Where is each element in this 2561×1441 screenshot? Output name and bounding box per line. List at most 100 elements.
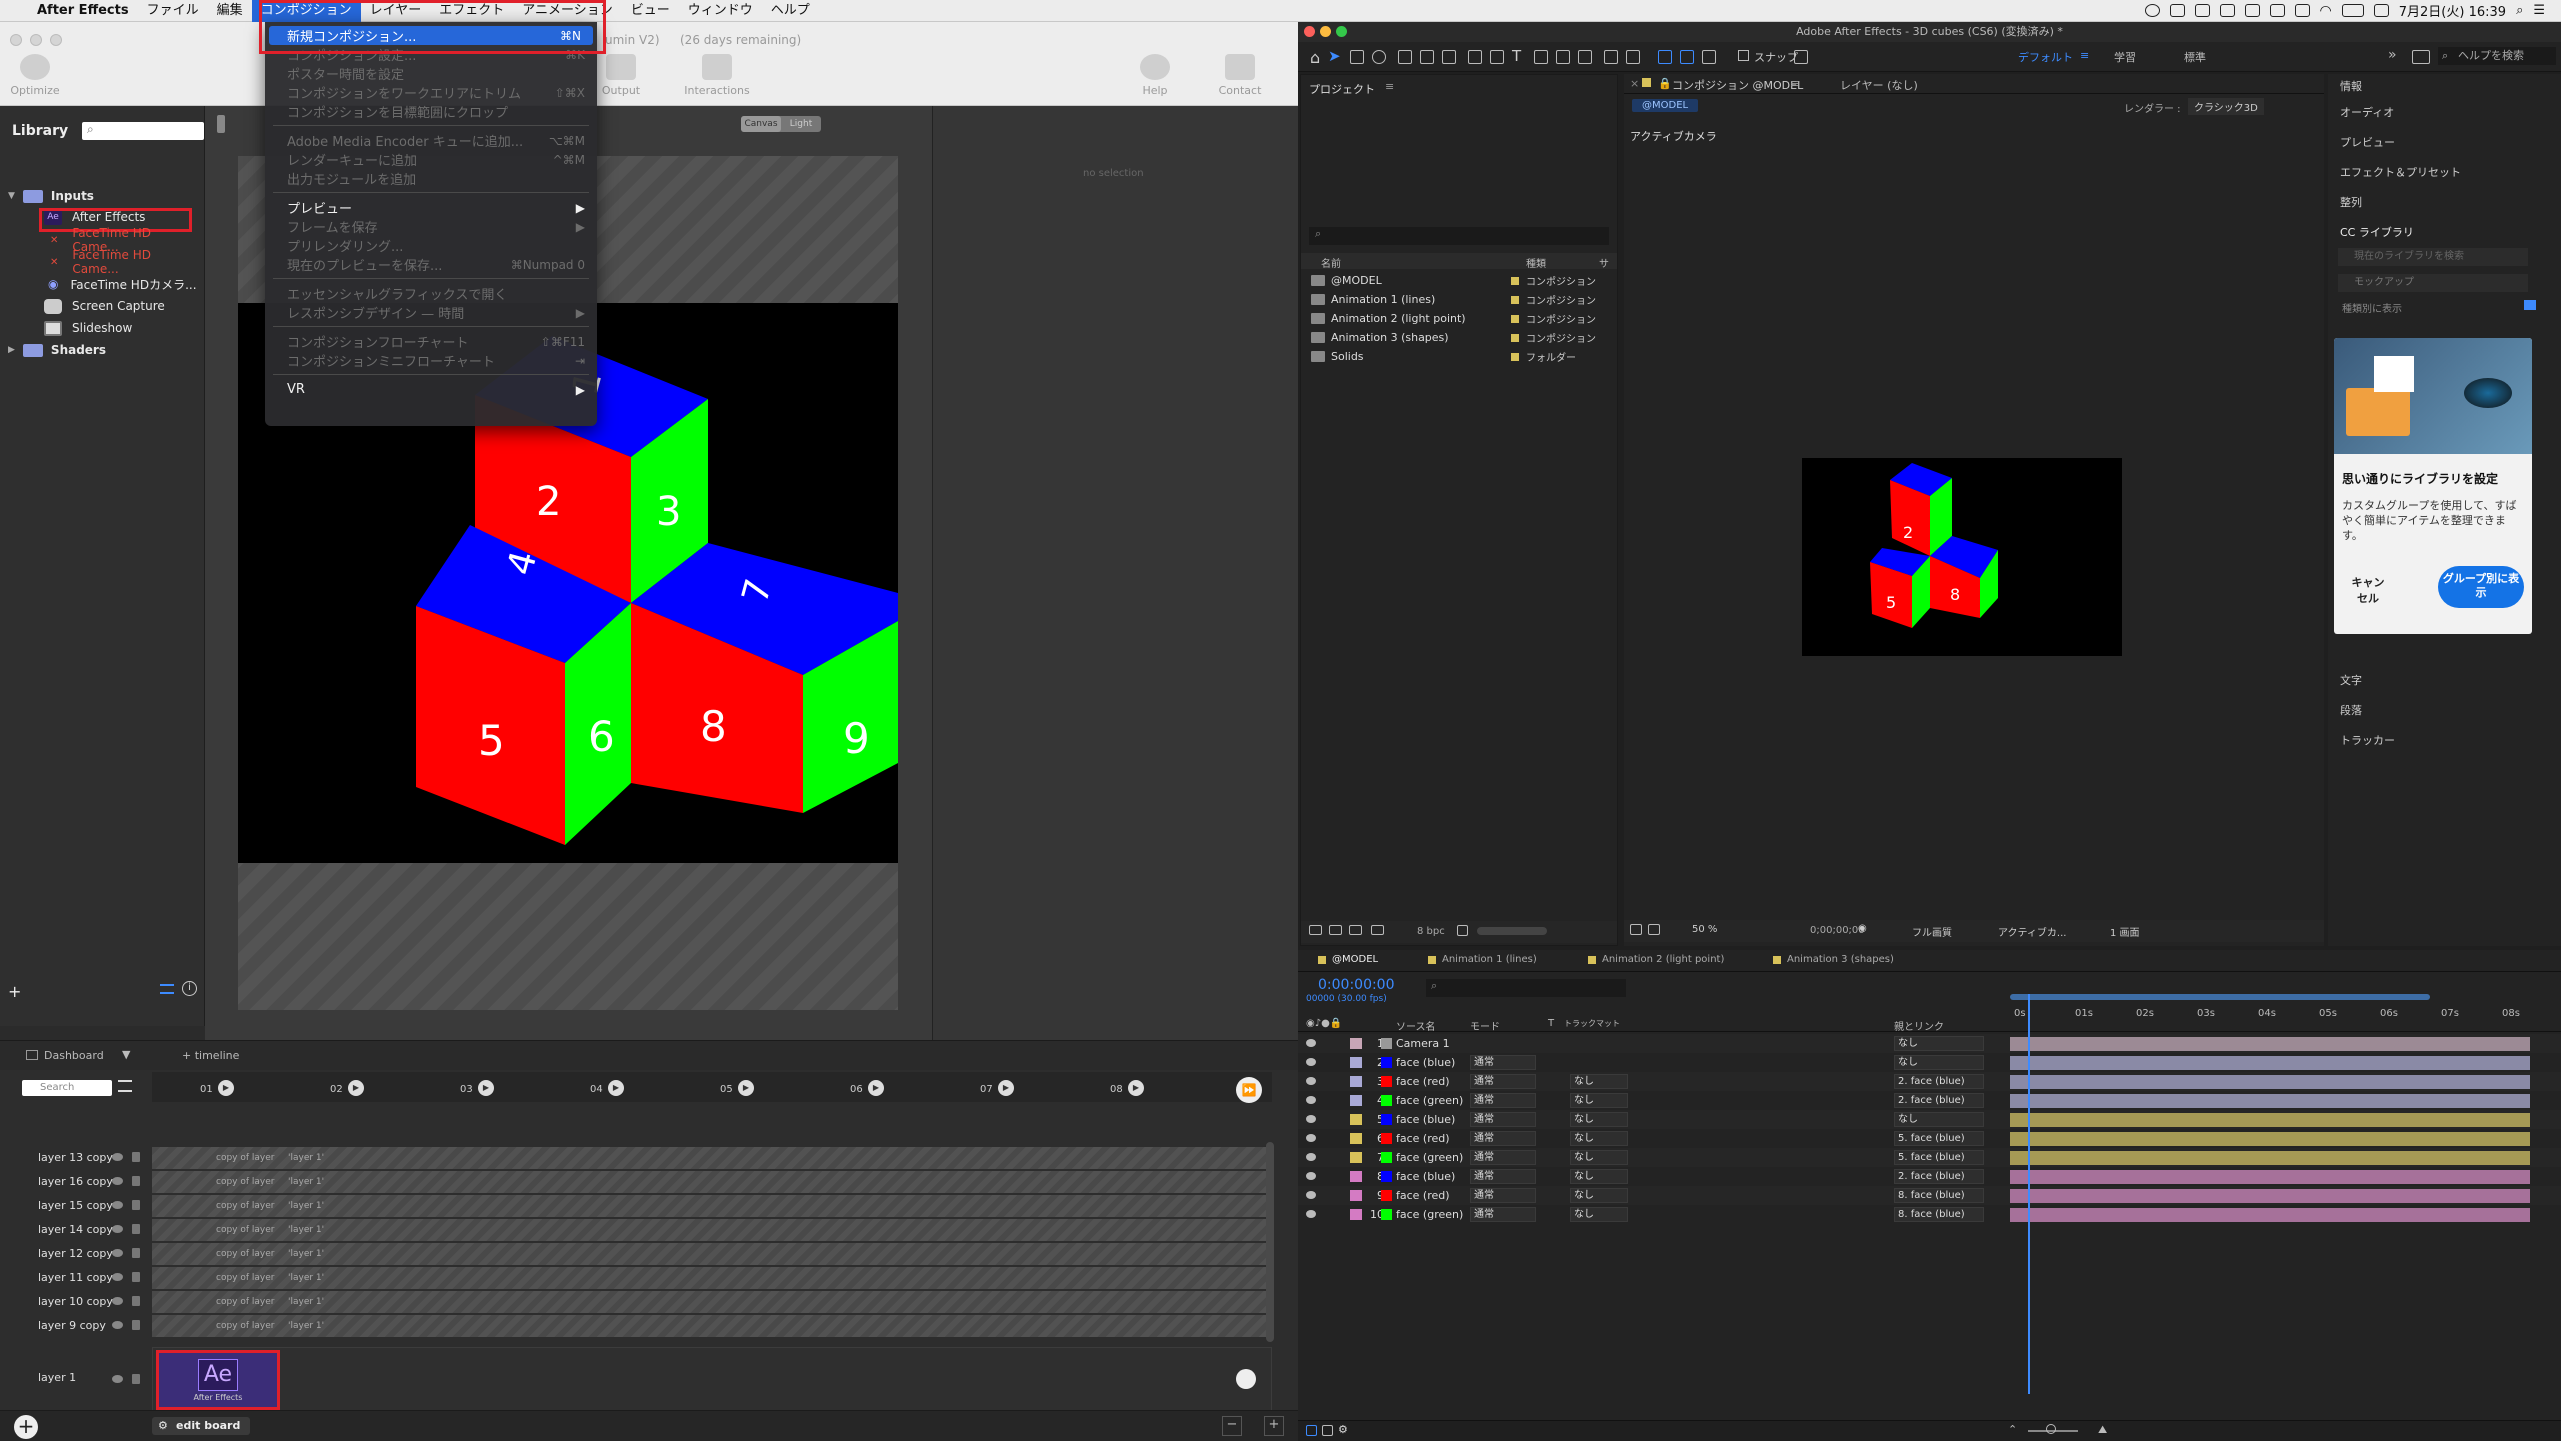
play-icon[interactable]: ▶ [998, 1080, 1014, 1096]
menu-item[interactable]: エッセンシャルグラフィックスで開く [265, 284, 597, 303]
timeline-layer-row[interactable]: 7face (green)通常なし5. face (blue) [1298, 1148, 2561, 1167]
track-matte-select[interactable]: なし [1570, 1188, 1628, 1203]
parent-select[interactable]: なし [1894, 1036, 1984, 1051]
timeline-layer-row[interactable]: 9face (red)通常なし8. face (blue) [1298, 1186, 2561, 1205]
canvas-light-toggle[interactable]: Canvas Light [741, 116, 821, 132]
interpret-footage-icon[interactable] [1309, 925, 1322, 935]
home-icon[interactable]: ⌂ [1310, 48, 1320, 67]
status-icon-2[interactable] [2194, 4, 2210, 17]
menubar-clock[interactable]: 7月2日(火) 16:39 [2399, 1, 2506, 20]
timeline-tab[interactable]: Animation 3 (shapes) [1773, 954, 1894, 965]
col-mode[interactable]: モード [1470, 1018, 1500, 1033]
rotate-tool-icon[interactable] [1398, 50, 1412, 64]
eye-icon[interactable] [1306, 1172, 1316, 1180]
view-select[interactable]: アクティブカ... [1998, 924, 2066, 939]
layer-duration-bar[interactable] [2010, 1208, 2530, 1222]
lock-icon[interactable] [132, 1272, 140, 1282]
viewer-timecode[interactable]: 0;00;00;00 [1810, 925, 1865, 936]
layer-track[interactable]: copy of layer 'layer 1' [152, 1315, 1272, 1337]
grid-view-icon[interactable] [2524, 300, 2536, 310]
quality-select[interactable]: フル画質 [1912, 924, 1952, 939]
panel-cc-libraries[interactable]: CC ライブラリ [2340, 224, 2414, 240]
eye-icon[interactable] [1306, 1134, 1316, 1142]
close-icon[interactable]: × [1630, 77, 1639, 90]
interactions-button[interactable]: Interactions [682, 54, 752, 97]
parent-select[interactable]: 2. face (blue) [1894, 1074, 1984, 1089]
window-minimize-button[interactable] [1320, 26, 1331, 37]
rectangle-tool-icon[interactable] [1468, 50, 1482, 64]
marker-label[interactable]: 06 [850, 1084, 863, 1095]
layer-duration-bar[interactable] [2010, 1113, 2530, 1127]
zoom-select[interactable]: 50 % [1692, 924, 1717, 935]
layer-duration-bar[interactable] [2010, 1170, 2530, 1184]
library-item-inputs[interactable]: ▼ Inputs [0, 186, 200, 206]
mode-select[interactable]: 通常 [1470, 1207, 1536, 1222]
zoom-tool-icon[interactable] [1372, 50, 1386, 64]
spotlight-icon[interactable]: ⌕ [2516, 3, 2523, 18]
play-icon[interactable]: ▶ [478, 1080, 494, 1096]
layer-track[interactable]: copy of layer 'layer 1' [152, 1171, 1272, 1193]
panel-preview[interactable]: プレビュー [2340, 134, 2395, 150]
more-workspaces-icon[interactable]: » [2388, 47, 2397, 63]
menu-item[interactable]: ポスター時間を設定 [265, 64, 597, 83]
label-color[interactable] [1350, 1133, 1362, 1144]
dashboard-dropdown-icon[interactable]: ▼ [122, 1048, 130, 1061]
track-matte-select[interactable]: なし [1570, 1131, 1628, 1146]
menu-item[interactable]: コンポジションをワークエリアにトリム ⇧⌘X [265, 83, 597, 103]
col-size[interactable]: サ [1599, 255, 1609, 270]
roto-brush-tool-icon[interactable] [1604, 50, 1618, 64]
mode-select[interactable]: 通常 [1470, 1112, 1536, 1127]
play-icon[interactable]: ▶ [608, 1080, 624, 1096]
lock-icon[interactable] [132, 1224, 140, 1234]
parent-select[interactable]: なし [1894, 1112, 1984, 1127]
menu-item[interactable]: レスポンシブデザイン — 時間 ▶ [265, 303, 597, 323]
menu-edit[interactable]: 編集 [208, 0, 252, 22]
eye-icon[interactable] [1306, 1058, 1316, 1066]
panel-menu-icon[interactable]: ≡ [1385, 80, 1394, 93]
eye-icon[interactable] [1306, 1191, 1316, 1199]
pen-tool-icon[interactable] [1490, 50, 1504, 64]
list-view-icon[interactable] [160, 984, 174, 994]
mode-select[interactable]: 通常 [1470, 1074, 1536, 1089]
timeline-layer-row[interactable]: 5face (blue)通常なしなし [1298, 1110, 2561, 1129]
lock-icon[interactable]: 🔒 [1658, 77, 1672, 90]
track-matte-select[interactable]: なし [1570, 1207, 1628, 1222]
panel-tracker[interactable]: トラッカー [2340, 732, 2395, 748]
eye-icon[interactable] [112, 1273, 123, 1281]
hand-tool-icon[interactable] [1350, 50, 1364, 64]
menu-item[interactable]: コンポジションを目標範囲にクロップ [265, 102, 597, 121]
snap-checkbox[interactable] [1738, 50, 1749, 61]
menu-icon[interactable] [118, 1080, 132, 1092]
window-close-button[interactable] [10, 34, 22, 46]
layer-row-layer-1[interactable]: layer 1 Ae After Effects [0, 1347, 1272, 1413]
optimize-button[interactable]: Optimize [0, 54, 70, 97]
marker-label[interactable]: 07 [980, 1084, 993, 1095]
timeline-vscrollbar[interactable] [1266, 1142, 1274, 1342]
creative-cloud-icon[interactable] [2144, 4, 2160, 17]
parent-select[interactable]: 8. face (blue) [1894, 1188, 1984, 1203]
timeline-layer-row[interactable]: 4face (green)通常なし2. face (blue) [1298, 1091, 2561, 1110]
dashboard-tab[interactable]: Dashboard [44, 1049, 104, 1062]
status-icon-5[interactable] [2269, 4, 2285, 17]
mode-select[interactable]: 通常 [1470, 1093, 1536, 1108]
timeline-tab[interactable]: Animation 2 (light point) [1588, 954, 1724, 965]
project-item[interactable]: @MODEL コンポジション [1311, 271, 1611, 290]
status-icon-4[interactable] [2244, 4, 2260, 17]
after-effects-clip[interactable]: Ae After Effects [156, 1350, 280, 1410]
marker-label[interactable]: 03 [460, 1084, 473, 1095]
library-item-shaders[interactable]: ▶ Shaders [0, 340, 200, 360]
menu-item[interactable]: フレームを保存 ▶ [265, 217, 597, 237]
layer-tab[interactable]: レイヤー (なし) [1840, 77, 1918, 93]
layer-duration-bar[interactable] [2010, 1094, 2530, 1108]
zoom-out-button[interactable]: − [1222, 1416, 1242, 1436]
library-item-facetime-1[interactable]: ✕ FaceTime HD Came... [0, 226, 200, 254]
parent-select[interactable]: 8. face (blue) [1894, 1207, 1984, 1222]
panel-effects-presets[interactable]: エフェクト＆プリセット [2340, 164, 2461, 180]
track-matte-select[interactable]: なし [1570, 1112, 1628, 1127]
menu-item[interactable]: 出力モジュールを追加 [265, 169, 597, 188]
track-matte-select[interactable]: なし [1570, 1093, 1628, 1108]
mask-visibility-icon[interactable] [1648, 924, 1660, 935]
eye-icon[interactable] [1306, 1077, 1316, 1085]
col-parent[interactable]: 親とリンク [1894, 1018, 1944, 1033]
eye-icon[interactable] [112, 1375, 123, 1383]
